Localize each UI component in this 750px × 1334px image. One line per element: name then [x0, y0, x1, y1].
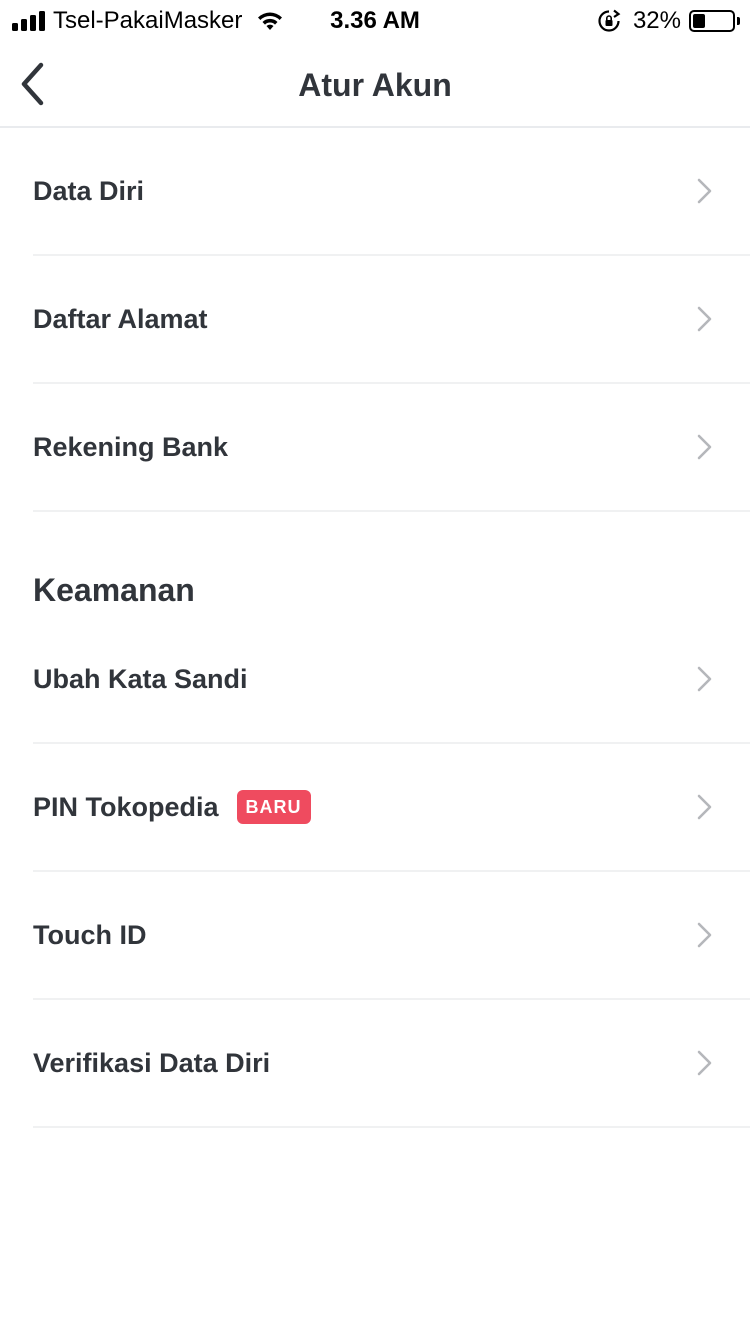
menu-item-verifikasi-data-diri[interactable]: Verifikasi Data Diri: [33, 1000, 750, 1128]
battery-icon: [689, 10, 735, 32]
chevron-right-icon: [697, 922, 712, 948]
chevron-right-icon: [697, 434, 712, 460]
page-title: Atur Akun: [298, 67, 452, 103]
settings-list: Data Diri Daftar Alamat Rekening Bank Ke…: [0, 128, 750, 1128]
chevron-right-icon: [697, 1050, 712, 1076]
chevron-right-icon: [697, 666, 712, 692]
menu-item-label: PIN Tokopedia: [33, 791, 219, 822]
menu-item-label: Verifikasi Data Diri: [33, 1047, 271, 1078]
new-badge: BARU: [236, 790, 311, 824]
status-bar: Tsel-PakaiMasker 3.36 AM 32%: [0, 0, 750, 42]
menu-item-label: Data Diri: [33, 175, 145, 206]
menu-item-touch-id[interactable]: Touch ID: [33, 872, 750, 1000]
status-right: 32%: [597, 6, 740, 36]
menu-item-label: Daftar Alamat: [33, 303, 208, 334]
chevron-right-icon: [697, 178, 712, 204]
section-title-keamanan: Keamanan: [33, 572, 195, 608]
chevron-right-icon: [697, 306, 712, 332]
chevron-right-icon: [697, 794, 712, 820]
menu-item-label: Ubah Kata Sandi: [33, 663, 248, 694]
menu-item-data-diri[interactable]: Data Diri: [33, 128, 750, 256]
battery-percent: 32%: [632, 7, 681, 34]
rotation-lock-icon: [598, 9, 621, 32]
menu-item-ubah-kata-sandi[interactable]: Ubah Kata Sandi: [33, 616, 750, 744]
menu-item-label: Rekening Bank: [33, 431, 229, 462]
battery-tip: [737, 17, 740, 25]
navigation-bar: Atur Akun: [0, 42, 750, 128]
menu-item-daftar-alamat[interactable]: Daftar Alamat: [33, 256, 750, 384]
battery-level: [693, 14, 705, 28]
menu-item-rekening-bank[interactable]: Rekening Bank: [33, 384, 750, 512]
menu-item-label: Touch ID: [33, 919, 147, 950]
menu-item-pin-tokopedia[interactable]: PIN Tokopedia BARU: [33, 744, 750, 872]
